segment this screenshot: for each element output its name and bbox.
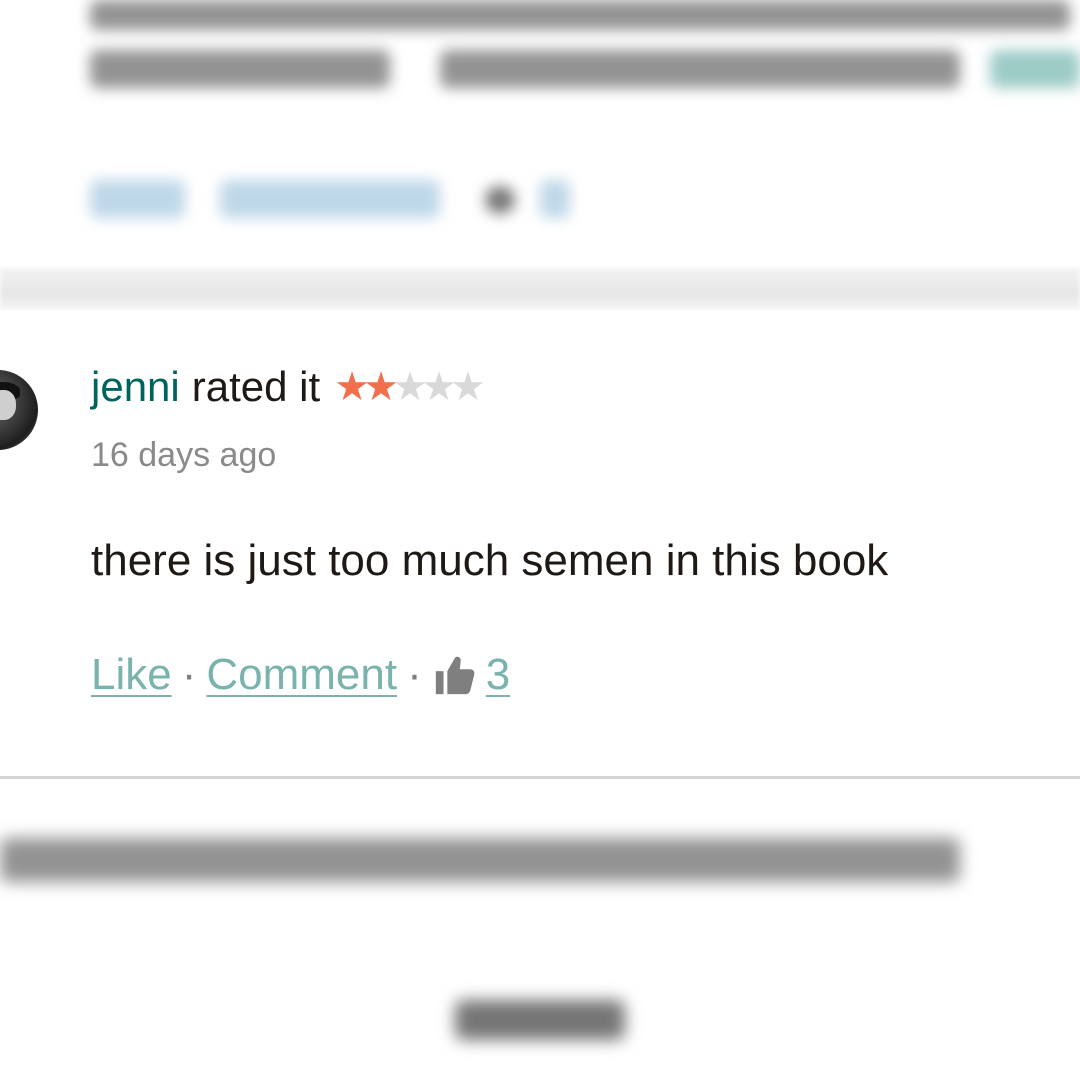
- review-header: jenni rated it ★ ★ ★ ★ ★: [91, 362, 487, 412]
- divider: [0, 776, 1080, 779]
- review-actions: Like · Comment · 3: [91, 650, 510, 700]
- previous-review-blurred: [0, 0, 1080, 270]
- star-icon: ★: [363, 365, 400, 409]
- likes-count-link[interactable]: 3: [486, 650, 510, 700]
- rated-it-label: rated it: [191, 363, 321, 410]
- separator: ·: [407, 650, 422, 699]
- separator: ·: [181, 650, 197, 699]
- community-reviews-blurred: [0, 800, 1080, 1080]
- username-link[interactable]: jenni: [91, 363, 180, 411]
- review-timestamp[interactable]: 16 days ago: [91, 436, 276, 475]
- star-rating: ★ ★ ★ ★ ★: [334, 365, 487, 409]
- star-outline-icon: ★: [392, 365, 429, 409]
- review-page: jenni rated it ★ ★ ★ ★ ★ 16 days ago there i…: [0, 0, 1080, 1080]
- review-text: there is just too much semen in this boo…: [91, 536, 889, 585]
- star-outline-icon: ★: [421, 365, 458, 409]
- section-gap: [0, 268, 1080, 310]
- star-outline-icon: ★: [450, 365, 487, 409]
- avatar[interactable]: [0, 370, 38, 450]
- review-card: jenni rated it ★ ★ ★ ★ ★ 16 days ago there i…: [0, 310, 1080, 778]
- thumbs-up-icon: [435, 656, 475, 695]
- like-link[interactable]: Like: [91, 650, 172, 700]
- star-icon: ★: [334, 365, 371, 409]
- comment-link[interactable]: Comment: [206, 650, 397, 700]
